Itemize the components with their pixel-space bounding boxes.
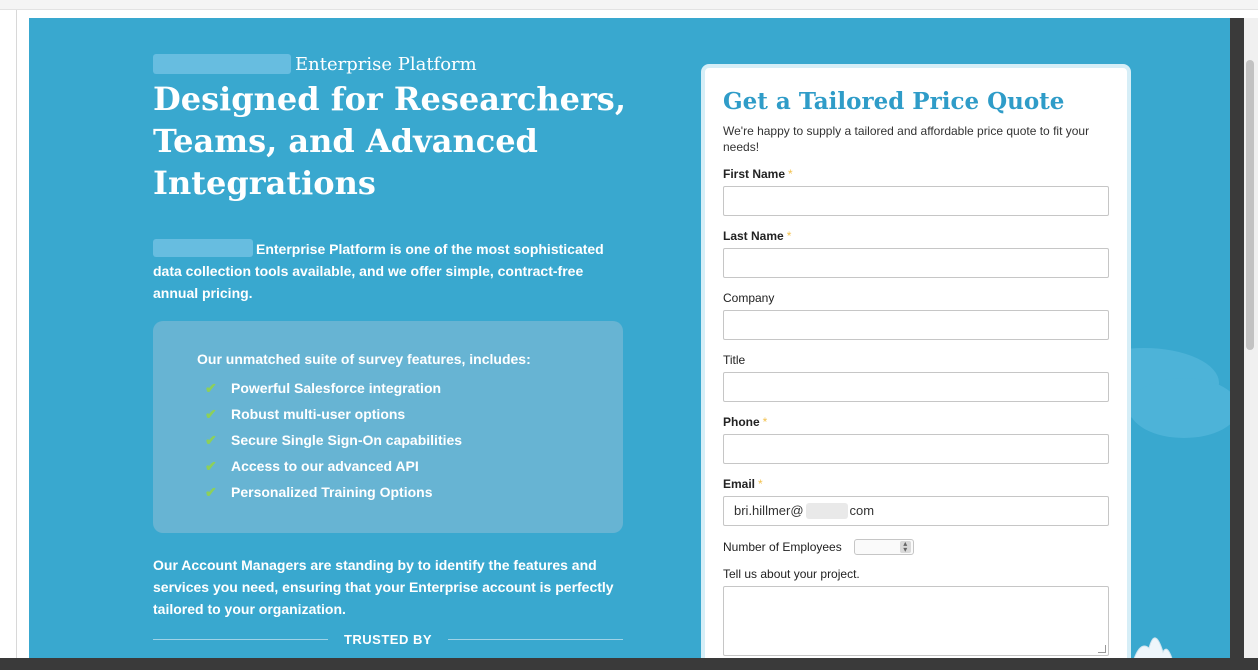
- feature-item: ✔ Access to our advanced API: [205, 453, 623, 479]
- features-heading: Our unmatched suite of survey features, …: [197, 351, 531, 367]
- employees-field-group: Number of Employees ▴ ▾: [723, 539, 1109, 555]
- intro-paragraph: Enterprise Platform is one of the most s…: [153, 238, 623, 304]
- email-value-suffix: com: [849, 503, 875, 518]
- company-input[interactable]: [723, 310, 1109, 340]
- redacted-email-domain: [805, 503, 848, 519]
- last-name-input[interactable]: [723, 248, 1109, 278]
- check-icon: ✔: [205, 458, 217, 474]
- account-managers-text: Our Account Managers are standing by to …: [153, 557, 614, 617]
- feature-label: Access to our advanced API: [231, 458, 419, 474]
- title-input[interactable]: [723, 372, 1109, 402]
- email-label: Email *: [723, 477, 1109, 491]
- redacted-brand-name: [153, 239, 253, 257]
- features-list: ✔ Powerful Salesforce integration ✔ Robust…: [197, 375, 623, 505]
- window-top-edge: [0, 0, 1258, 10]
- window-bottom-bar: [0, 658, 1258, 670]
- brand-heading: Enterprise Platform: [153, 52, 477, 76]
- email-value-prefix: bri.hillmer@: [734, 503, 804, 518]
- required-star-icon: *: [762, 415, 768, 429]
- feature-item: ✔ Personalized Training Options: [205, 479, 623, 505]
- feature-label: Personalized Training Options: [231, 484, 433, 500]
- email-field-group: Email * bri.hillmer@ com: [723, 477, 1109, 526]
- select-arrows-icon: ▴ ▾: [899, 540, 911, 554]
- required-star-icon: *: [786, 229, 792, 243]
- phone-input[interactable]: [723, 434, 1109, 464]
- first-name-label-text: First Name: [723, 167, 786, 181]
- company-field-group: Company: [723, 291, 1109, 340]
- title-field-group: Title: [723, 353, 1109, 402]
- check-icon: ✔: [205, 406, 217, 422]
- price-quote-form: Get a Tailored Price Quote We're happy t…: [701, 64, 1131, 658]
- background-cloud: [1129, 378, 1230, 438]
- check-icon: ✔: [205, 432, 217, 448]
- check-icon: ✔: [205, 380, 217, 396]
- resize-grip-icon[interactable]: [1098, 645, 1106, 653]
- scrollbar-thumb[interactable]: [1246, 60, 1254, 350]
- required-star-icon: *: [758, 477, 763, 491]
- features-panel: Our unmatched suite of survey features, …: [153, 321, 623, 533]
- feature-label: Robust multi-user options: [231, 406, 406, 422]
- first-name-label: First Name *: [723, 167, 1109, 181]
- form-title: Get a Tailored Price Quote: [723, 88, 1065, 115]
- employees-label: Number of Employees: [723, 540, 842, 554]
- feature-item: ✔ Secure Single Sign-On capabilities: [205, 427, 623, 453]
- project-field-group: Tell us about your project.: [723, 567, 1109, 656]
- required-star-icon: *: [788, 167, 793, 181]
- trusted-by-divider: TRUSTED BY: [153, 632, 623, 647]
- first-name-input[interactable]: [723, 186, 1109, 216]
- phone-field-group: Phone *: [723, 415, 1109, 464]
- redacted-brand-logo: [153, 54, 291, 74]
- window-left-edge: [16, 10, 17, 660]
- project-textarea[interactable]: [723, 586, 1109, 656]
- brand-suffix: Enterprise Platform: [295, 53, 477, 75]
- last-name-label-text: Last Name: [723, 229, 784, 243]
- feature-item: ✔ Powerful Salesforce integration: [205, 375, 623, 401]
- check-icon: ✔: [205, 484, 217, 500]
- phone-label-text: Phone: [723, 415, 760, 429]
- divider-line: [448, 639, 623, 640]
- last-name-label: Last Name *: [723, 229, 1109, 243]
- email-input[interactable]: bri.hillmer@ com: [723, 496, 1109, 526]
- first-name-field-group: First Name *: [723, 167, 1109, 216]
- feature-item: ✔ Robust multi-user options: [205, 401, 623, 427]
- employees-select[interactable]: ▴ ▾: [853, 539, 914, 555]
- wing-illustration-icon: [1133, 637, 1173, 658]
- trusted-by-label: TRUSTED BY: [343, 632, 433, 647]
- last-name-field-group: Last Name *: [723, 229, 1109, 278]
- project-label: Tell us about your project.: [723, 567, 860, 581]
- feature-label: Secure Single Sign-On capabilities: [231, 432, 463, 448]
- form-subtitle: We're happy to supply a tailored and aff…: [723, 124, 1090, 154]
- company-label: Company: [723, 291, 775, 305]
- phone-label: Phone *: [723, 415, 1109, 429]
- email-label-text: Email: [723, 477, 756, 491]
- page-side-bar: [1230, 18, 1244, 658]
- title-label: Title: [723, 353, 746, 367]
- hero-title: Designed for Researchers, Teams, and Adv…: [153, 80, 626, 202]
- divider-line: [153, 639, 328, 640]
- feature-label: Powerful Salesforce integration: [231, 380, 442, 396]
- landing-page: Enterprise Platform Designed for Researc…: [29, 18, 1230, 658]
